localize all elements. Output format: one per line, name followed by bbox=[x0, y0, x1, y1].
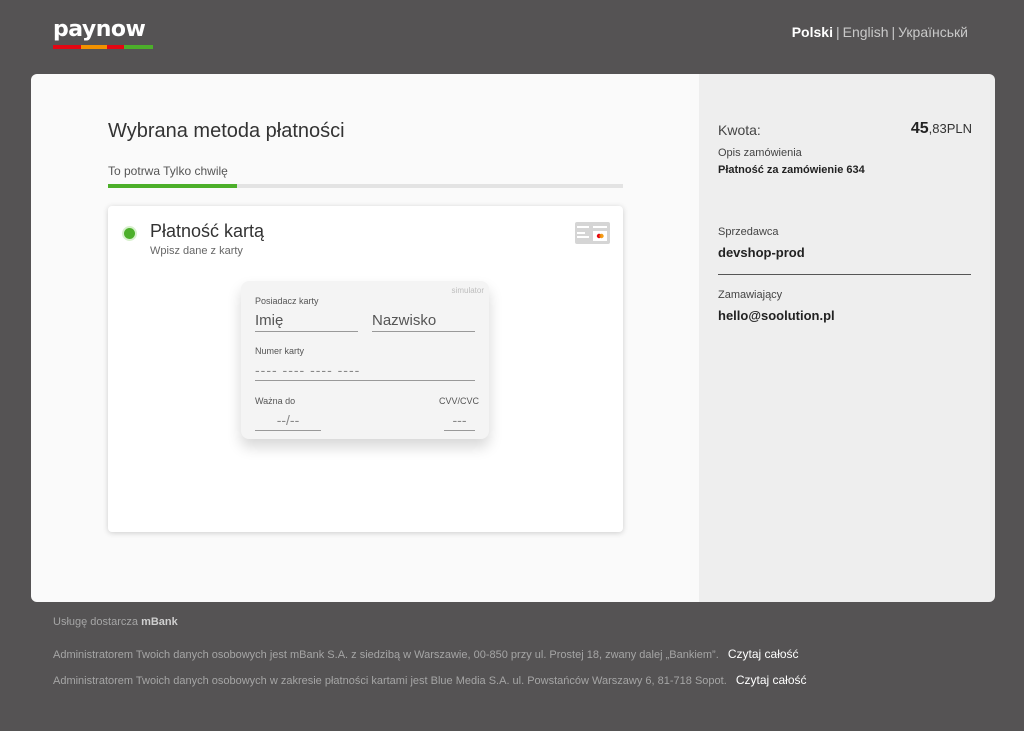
amount-label: Kwota: bbox=[718, 122, 761, 138]
seller-label: Sprzedawca bbox=[718, 226, 779, 238]
cvv-input[interactable] bbox=[444, 409, 475, 431]
language-separator: | bbox=[835, 24, 840, 40]
progress-label: To potrwa Tylko chwilę bbox=[108, 164, 228, 178]
provider-name: mBank bbox=[141, 616, 178, 628]
method-subtitle: Wpisz dane z karty bbox=[150, 245, 243, 257]
order-description-value: Płatność za zamówienie 634 bbox=[718, 164, 865, 176]
logo-bar-segment bbox=[107, 45, 124, 49]
card-number-input[interactable] bbox=[255, 359, 475, 381]
last-name-input[interactable] bbox=[372, 310, 475, 332]
privacy-notice-bank: Administratorem Twoich danych osobowych … bbox=[53, 647, 799, 661]
amount-value: 45,83PLN bbox=[911, 120, 972, 138]
expiry-input[interactable] bbox=[255, 409, 321, 431]
privacy-notice-text: Administratorem Twoich danych osobowych … bbox=[53, 675, 727, 687]
expiry-label: Ważna do bbox=[255, 396, 296, 406]
card-payment-method: Płatność kartą Wpisz dane z karty simula… bbox=[108, 206, 623, 532]
summary-divider bbox=[718, 274, 971, 275]
paynow-logo[interactable]: paynow bbox=[53, 18, 153, 50]
logo-bar-segment bbox=[53, 45, 81, 49]
provider-note: Usługę dostarcza mBank bbox=[53, 616, 178, 628]
simulator-label: simulator bbox=[451, 286, 484, 295]
read-more-link[interactable]: Czytaj całość bbox=[736, 673, 807, 687]
order-summary: Kwota: 45,83PLN Opis zamówienia Płatność… bbox=[699, 74, 995, 602]
selected-radio-icon[interactable] bbox=[124, 228, 135, 239]
credit-card-icon bbox=[575, 222, 610, 244]
privacy-notice-cards: Administratorem Twoich danych osobowych … bbox=[53, 673, 807, 687]
progress-fill bbox=[108, 184, 237, 188]
card-number-label: Numer karty bbox=[255, 346, 305, 356]
method-title: Płatność kartą bbox=[150, 221, 265, 241]
read-more-link[interactable]: Czytaj całość bbox=[728, 647, 799, 661]
logo-bar-segment bbox=[124, 45, 153, 49]
buyer-label: Zamawiający bbox=[718, 289, 783, 301]
payment-panel: Wybrana metoda płatności To potrwa Tylko… bbox=[31, 74, 995, 602]
provider-prefix: Usługę dostarcza bbox=[53, 616, 138, 628]
logo-bar-segment bbox=[81, 45, 107, 49]
card-holder-label: Posiadacz karty bbox=[255, 296, 319, 306]
progress-bar bbox=[108, 184, 623, 188]
card-form: simulator Posiadacz karty Numer karty Wa… bbox=[241, 281, 489, 439]
payment-method-section: Wybrana metoda płatności To potrwa Tylko… bbox=[31, 74, 699, 602]
amount-fraction: ,83 bbox=[928, 121, 947, 136]
language-switcher: Polski | English | Українськй bbox=[792, 24, 968, 40]
logo-text: paynow bbox=[53, 17, 146, 42]
seller-value: devshop-prod bbox=[718, 245, 805, 260]
language-polski[interactable]: Polski bbox=[792, 24, 833, 40]
first-name-input[interactable] bbox=[255, 310, 358, 332]
amount-integer: 45 bbox=[910, 120, 929, 137]
order-description-label: Opis zamówienia bbox=[718, 147, 802, 159]
amount-currency: PLN bbox=[946, 121, 972, 136]
language-ukrainian[interactable]: Українськй bbox=[898, 24, 968, 40]
cvv-label: CVV/CVC bbox=[438, 396, 479, 406]
page-title: Wybrana metoda płatności bbox=[108, 120, 345, 142]
buyer-value: hello@soolution.pl bbox=[718, 308, 835, 323]
logo-color-bar bbox=[53, 45, 153, 49]
language-english[interactable]: English bbox=[843, 24, 889, 40]
language-separator: | bbox=[891, 24, 896, 40]
privacy-notice-text: Administratorem Twoich danych osobowych … bbox=[53, 649, 719, 661]
